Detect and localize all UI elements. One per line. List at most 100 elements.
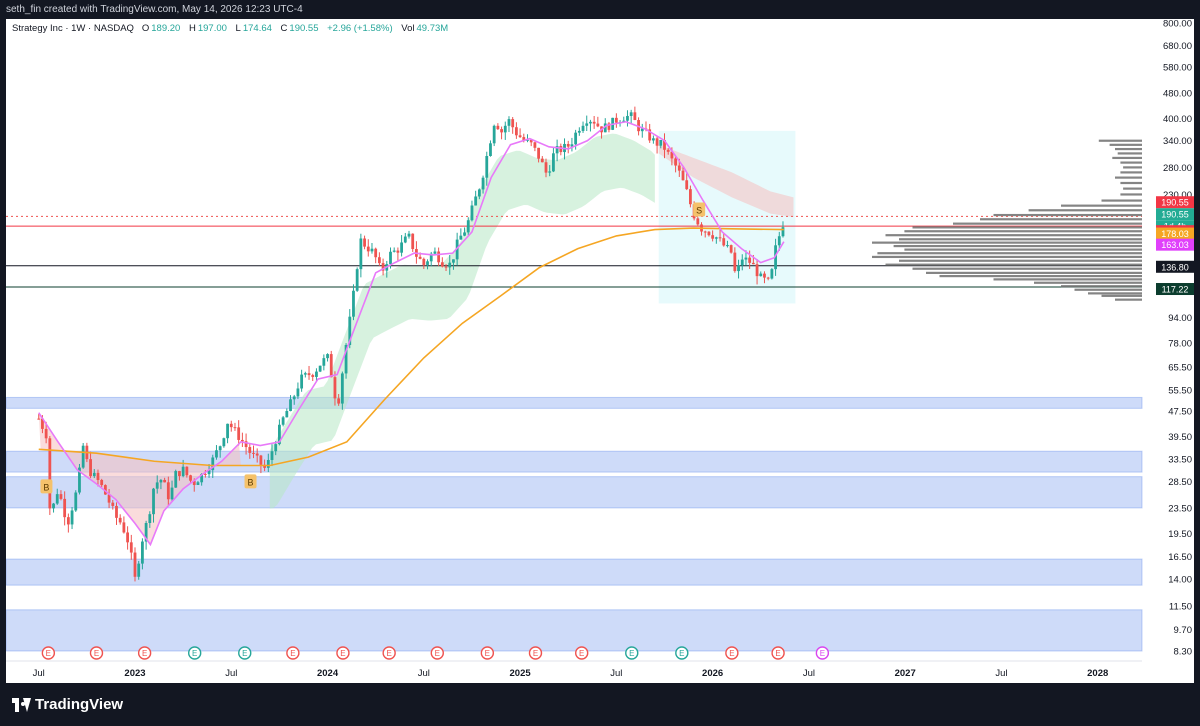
price-label-text: 117.22: [1162, 285, 1189, 295]
candle-body: [422, 258, 426, 265]
candle-body: [655, 138, 659, 146]
candle-body: [759, 273, 763, 277]
price-label-text: 190.55: [1161, 198, 1189, 208]
volume-profile-bar: [1061, 204, 1142, 207]
candle-body: [274, 444, 278, 452]
candle-body: [444, 266, 448, 268]
volume-profile-bar: [1061, 285, 1142, 288]
x-tick-label: Jul: [225, 668, 237, 679]
candle-body: [389, 251, 392, 265]
candle-body: [733, 252, 737, 272]
candle-body: [129, 542, 133, 553]
candle-body: [433, 251, 437, 254]
x-tick-label: 2028: [1087, 668, 1108, 679]
earnings-label: E: [290, 649, 295, 658]
volume-profile-bar: [885, 234, 1142, 237]
earnings-marker: E: [480, 646, 495, 660]
tradingview-brand[interactable]: TradingView: [12, 696, 123, 713]
candle-body: [37, 418, 41, 420]
price-label-text: 190.55: [1161, 210, 1189, 220]
candle-body: [196, 482, 200, 486]
candle-body: [315, 371, 318, 377]
chart-frame: seth_fin created with TradingView.com, M…: [0, 0, 1200, 726]
candle-body: [240, 439, 244, 442]
earnings-marker: E: [41, 646, 56, 660]
candle-body: [474, 196, 478, 206]
candle-body: [396, 250, 400, 253]
candle-body: [777, 236, 781, 246]
y-tick-label: 39.50: [1168, 432, 1192, 443]
candle-body: [740, 259, 744, 266]
candle-body: [233, 427, 237, 429]
open-label: O: [141, 23, 150, 34]
candle-body: [589, 121, 592, 124]
candle-body: [544, 162, 548, 173]
x-tick-label: Jul: [995, 668, 1007, 679]
signal-label: B: [248, 477, 254, 487]
earnings-label: E: [820, 649, 825, 658]
x-tick-label: Jul: [418, 668, 430, 679]
volume-profile-bar: [904, 248, 1142, 251]
candle-body: [477, 189, 481, 197]
demand-zone: [6, 609, 1143, 652]
candle-body: [737, 265, 740, 272]
candle-body: [689, 189, 692, 205]
attribution-text: seth_fin created with TradingView.com, M…: [6, 4, 303, 15]
volume-profile-bar: [912, 267, 1142, 270]
volume-profile-bar: [1101, 199, 1142, 202]
volume-profile-bar: [899, 238, 1142, 241]
candle-body: [237, 427, 241, 440]
candle-body: [511, 119, 515, 128]
candle-body: [666, 149, 670, 152]
x-tick-label: 2024: [317, 668, 339, 679]
candle-body: [289, 399, 292, 412]
candle-body: [322, 358, 326, 366]
chart-panel[interactable]: B B S E E E E E E E E E E E E E E E E E Jul 2023 Jul 2024 Jul 202…: [6, 19, 1194, 683]
earnings-marker: E: [336, 646, 350, 660]
y-tick-label: 580.00: [1163, 63, 1192, 74]
volume-profile-bar: [1028, 209, 1142, 212]
volume-label: Vol: [401, 23, 415, 34]
candle-body: [252, 452, 255, 454]
candle-body: [155, 482, 159, 489]
candle-body: [170, 487, 174, 500]
candle-body: [592, 121, 596, 124]
candle-body: [514, 127, 518, 136]
volume-profile-bar: [1101, 294, 1142, 297]
candle-body: [500, 129, 503, 133]
candle-body: [363, 238, 366, 247]
candle-body: [337, 398, 341, 404]
candle-body: [159, 479, 163, 483]
candle-body: [318, 365, 322, 372]
price-chart[interactable]: B B S E E E E E E E E E E E E E E E E E Jul 2023 Jul 2024 Jul 202…: [6, 19, 1194, 683]
candle-body: [744, 257, 748, 260]
candle-body: [270, 451, 274, 460]
earnings-label: E: [192, 649, 197, 658]
earnings-marker: E: [771, 646, 785, 660]
y-tick-label: 33.50: [1168, 455, 1192, 466]
candle-body: [437, 251, 441, 263]
earnings-label: E: [679, 649, 684, 658]
candle-body: [366, 246, 370, 252]
candle-body: [141, 541, 144, 564]
x-tick-label: 2025: [510, 668, 532, 679]
earnings-label: E: [94, 649, 99, 658]
candle-body: [585, 123, 589, 126]
candle-body: [677, 165, 681, 171]
earnings-label: E: [46, 649, 51, 658]
y-tick-label: 9.70: [1174, 625, 1193, 636]
candle-body: [537, 147, 541, 159]
symbol-name[interactable]: Strategy Inc · 1W · NASDAQ: [12, 23, 134, 34]
candle-body: [674, 158, 678, 166]
candle-body: [89, 459, 92, 477]
candle-body: [59, 494, 63, 499]
candle-body: [766, 277, 770, 279]
earnings-label: E: [435, 649, 440, 658]
candle-body: [707, 231, 711, 236]
volume-profile-bar: [1123, 187, 1142, 190]
tradingview-logo-icon: [12, 697, 31, 712]
candle-body: [714, 237, 718, 239]
price-label: 136.80: [1156, 260, 1194, 273]
candle-body: [300, 374, 304, 389]
high-value: 197.00: [197, 23, 227, 34]
